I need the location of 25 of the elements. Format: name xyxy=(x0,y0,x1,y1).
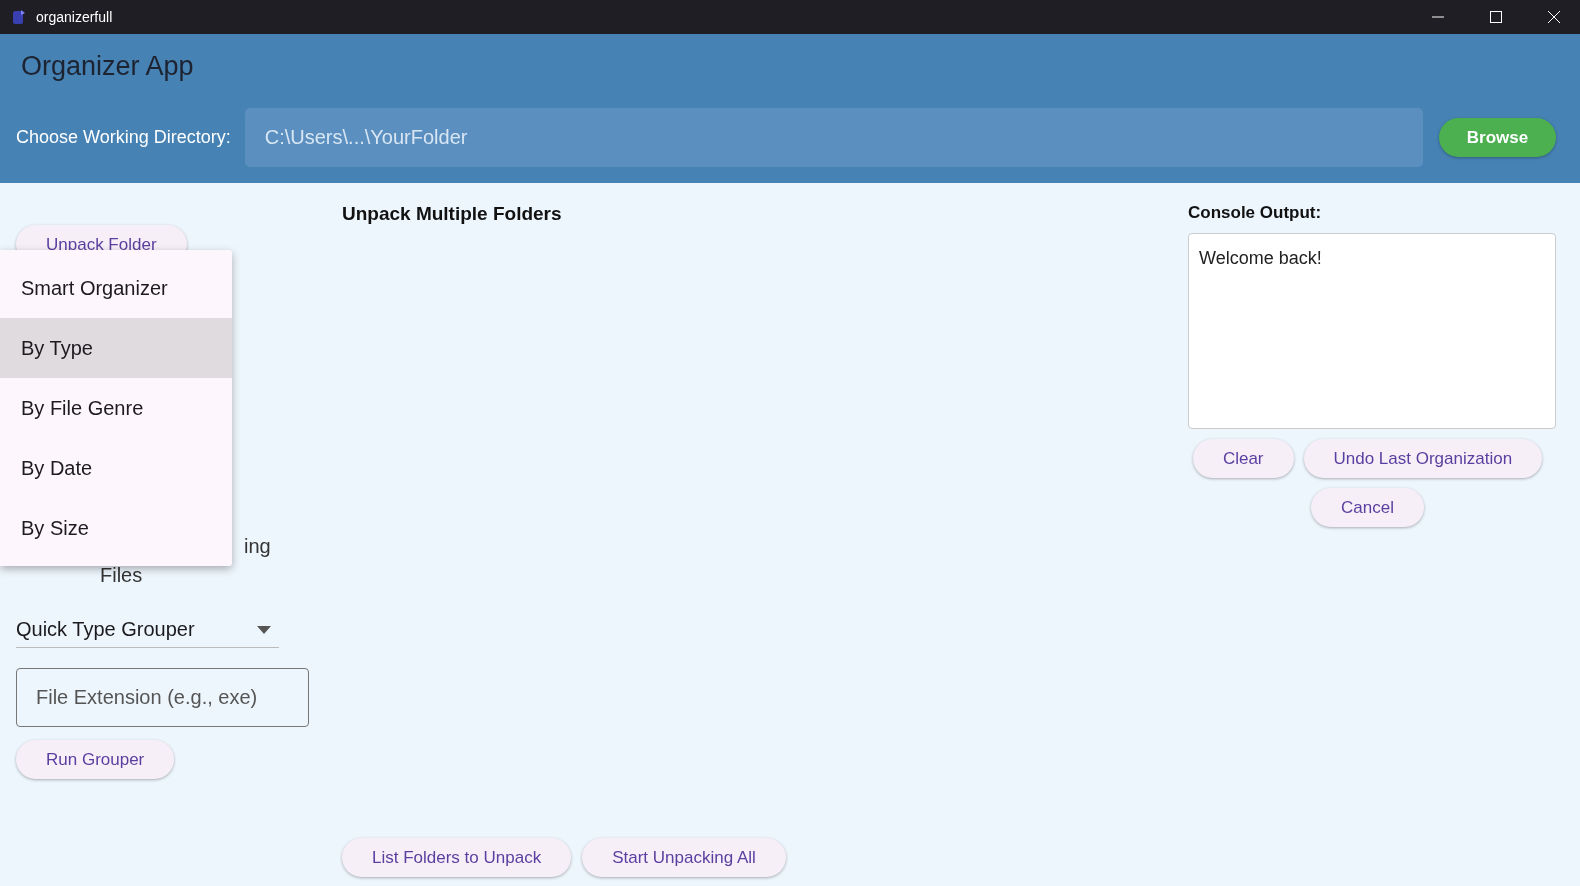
grouper-dropdown[interactable]: Quick Type Grouper xyxy=(16,612,279,648)
console-label: Console Output: xyxy=(1188,203,1323,223)
unpack-action-button[interactable]: List Folders to Unpack xyxy=(342,838,572,877)
console-button[interactable]: Undo Last Organization xyxy=(1303,439,1543,478)
maximize-icon[interactable] xyxy=(1490,11,1502,23)
console-button[interactable]: Cancel xyxy=(1311,488,1424,527)
caret-icon xyxy=(257,625,271,634)
unpack-action-button[interactable]: Start Unpacking All xyxy=(582,838,786,877)
menu-item[interactable]: By File Genre xyxy=(0,378,232,438)
directory-field[interactable]: C:\Users\...\YourFolder xyxy=(244,108,1423,167)
menu-item[interactable]: By Size xyxy=(0,498,232,558)
extension-field[interactable]: File Extension (e.g., exe) xyxy=(16,668,309,727)
close-icon[interactable] xyxy=(1548,11,1560,23)
partly-hidden-text: Files xyxy=(99,563,144,588)
console-button[interactable]: Clear xyxy=(1192,439,1294,478)
window-title: organizerfull xyxy=(36,9,114,25)
partly-hidden-text: ing xyxy=(243,534,272,559)
run-grouper-button[interactable]: Run Grouper xyxy=(16,740,175,779)
menu-item[interactable]: By Type xyxy=(0,318,232,378)
directory-label: Choose Working Directory: xyxy=(16,127,231,148)
app-icon xyxy=(12,9,26,25)
console-output: Welcome back! xyxy=(1188,233,1556,429)
section-heading: Unpack Multiple Folders xyxy=(342,203,563,225)
app-title: Organizer App xyxy=(20,50,195,83)
menu-item[interactable]: By Date xyxy=(0,438,232,498)
